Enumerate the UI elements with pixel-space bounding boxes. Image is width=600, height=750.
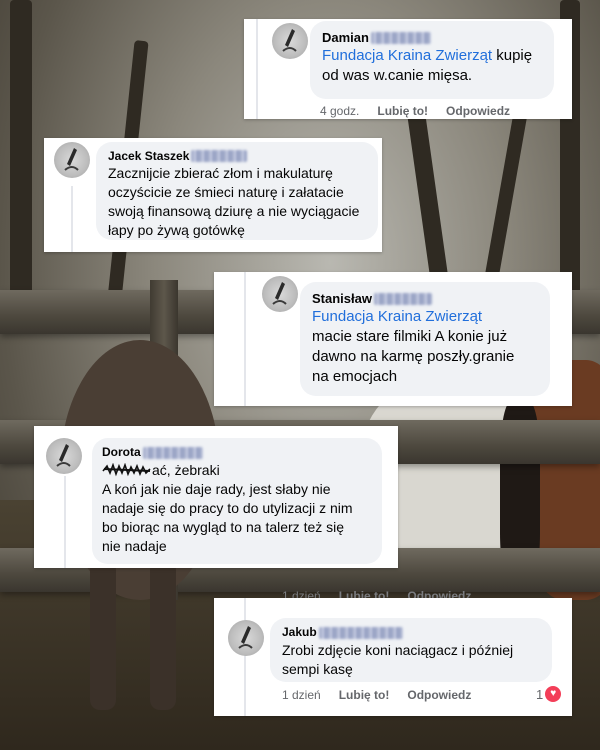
avatar[interactable] — [272, 23, 308, 59]
comment-text-line: sempi kasę — [282, 661, 353, 677]
comment-card-dorota: Dorota ać, żebraki A koń jak nie daje ra… — [34, 426, 398, 568]
comment-timestamp[interactable]: 4 godz. — [320, 104, 359, 118]
comment-bubble: Jakub Zrobi zdjęcie koni naciągacz i póź… — [270, 618, 552, 682]
comment-text-line: na emocjach — [312, 368, 398, 385]
comment-text: Fundacja Kraina Zwierząt kupię — [322, 46, 542, 66]
author-name[interactable]: Jacek Staszek — [108, 148, 189, 164]
comment-card-jacek: Jacek Staszek Zacznijcie zbierać złom i … — [44, 138, 382, 252]
comment-text-part: kupię — [492, 47, 533, 64]
like-button[interactable]: Lubię to! — [339, 688, 390, 702]
comment-author[interactable]: Jacek Staszek — [108, 148, 366, 164]
thread-line — [244, 598, 246, 716]
comment-actions: 1 dzień Lubię to! Odpowiedz — [282, 688, 471, 702]
thread-line — [244, 272, 246, 406]
donkey-leg — [90, 560, 116, 710]
comment-author[interactable]: Stanisław — [312, 290, 538, 307]
comment-text-line: Zrobi zdjęcie koni naciągacz i później — [282, 642, 514, 658]
page-mention-link[interactable]: Fundacja Kraina Zwierząt — [322, 47, 492, 64]
comment-bubble: Damian Fundacja Kraina Zwierząt kupię od… — [310, 21, 554, 99]
comment-text-first-line: ać, żebraki — [102, 461, 372, 480]
avatar[interactable] — [54, 142, 90, 178]
blurred-surname — [373, 292, 432, 305]
comment-timestamp[interactable]: 1 dzień — [282, 688, 321, 702]
comment-text-line: łapy po żywą gotówkę — [108, 222, 245, 238]
comment-text-line: nadaje się do pracy to do utylizacji z n… — [102, 500, 353, 516]
comment-bubble: Stanisław Fundacja Kraina Zwierząt macie… — [300, 282, 550, 396]
blurred-profile-avatar-icon — [282, 29, 297, 52]
comment-card-stanislaw: Stanisław Fundacja Kraina Zwierząt macie… — [214, 272, 572, 406]
blurred-profile-avatar-icon — [272, 282, 287, 305]
blurred-profile-avatar-icon — [238, 626, 253, 649]
comment-bubble: Dorota ać, żebraki A koń jak nie daje ra… — [92, 438, 382, 564]
tree-trunk — [10, 0, 32, 320]
comment-author[interactable]: Dorota — [102, 444, 372, 461]
blurred-surname — [142, 446, 203, 459]
avatar[interactable] — [262, 276, 298, 312]
comment-text-line: bo biorąc na wygląd to na talerz też się — [102, 519, 345, 535]
reply-button[interactable]: Odpowiedz — [446, 104, 510, 118]
author-name[interactable]: Jakub — [282, 624, 317, 641]
comment-text-line: od was w.canie mięsa. — [322, 67, 473, 84]
comment-card-damian: Damian Fundacja Kraina Zwierząt kupię od… — [244, 19, 572, 119]
comment-text-line: macie stare filmiki A konie już — [312, 328, 508, 345]
blurred-surname — [318, 626, 403, 639]
thread-line — [256, 19, 258, 119]
comment-bubble: Jacek Staszek Zacznijcie zbierać złom i … — [96, 142, 378, 240]
scribbled-out-word-icon — [102, 463, 151, 477]
thread-line — [64, 476, 66, 568]
comment-text-line: nie nadaje — [102, 538, 167, 554]
avatar[interactable] — [46, 438, 82, 474]
comment-author[interactable]: Jakub — [282, 624, 540, 641]
comment-text-line: swoją finansową dziurę a nie wyciągacie — [108, 203, 360, 219]
comment-text-line: A koń jak nie daje rady, jest słaby nie — [102, 481, 331, 497]
reply-button[interactable]: Odpowiedz — [407, 688, 471, 702]
blurred-profile-avatar-icon — [56, 444, 71, 467]
comment-author[interactable]: Damian — [322, 29, 542, 46]
comment-text-line: dawno na karmę poszły.granie — [312, 348, 515, 365]
comment-text-line: oczyścicie ze śmieci naturę i załatacie — [108, 184, 344, 200]
comment-text-line: Zacznijcie zbierać złom i makulaturę — [108, 165, 333, 181]
author-name[interactable]: Dorota — [102, 444, 141, 461]
author-name[interactable]: Stanisław — [312, 290, 372, 307]
blurred-profile-avatar-icon — [64, 148, 79, 171]
avatar[interactable] — [228, 620, 264, 656]
donkey-leg — [150, 560, 176, 710]
comment-actions: 4 godz. Lubię to! Odpowiedz — [320, 104, 510, 118]
comment-card-jakub: Jakub Zrobi zdjęcie koni naciągacz i póź… — [214, 598, 572, 716]
heart-icon: ♥ — [545, 686, 562, 702]
page-mention-link[interactable]: Fundacja Kraina Zwierząt — [312, 307, 538, 327]
author-name[interactable]: Damian — [322, 29, 369, 46]
comment-text-part: ać, żebraki — [152, 462, 220, 478]
reaction-count-value: 1 — [536, 686, 544, 702]
blurred-surname — [370, 31, 431, 44]
thread-line — [71, 186, 73, 252]
blurred-surname — [191, 150, 248, 162]
reaction-count[interactable]: 1 ♥ — [536, 686, 562, 702]
like-button[interactable]: Lubię to! — [377, 104, 428, 118]
